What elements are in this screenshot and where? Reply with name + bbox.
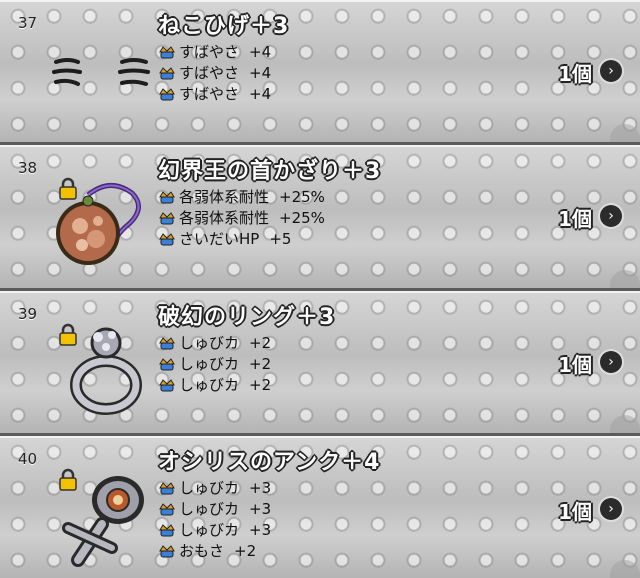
item-stats: しゅびカ +2 しゅびカ +2 しゅびカ +2 xyxy=(158,333,271,396)
item-count: 1個 xyxy=(558,500,592,524)
stat-label: しゅびカ xyxy=(179,479,240,497)
stat-crown-icon xyxy=(159,523,175,536)
stat-crown-icon xyxy=(159,544,175,557)
chevron-right-icon[interactable]: › xyxy=(600,498,622,520)
stat-line: しゅびカ +2 xyxy=(158,375,271,396)
item-number: 40 xyxy=(18,450,38,468)
item-count: 1個 xyxy=(558,62,592,86)
item-name: ねこひげ＋3 xyxy=(158,14,290,39)
stat-label: すばやさ xyxy=(179,64,240,82)
stat-value: +3 xyxy=(249,521,272,539)
list-item-39[interactable]: 39 破幻のリング＋3 しゅびカ +2 しゅびカ +2 しゅびカ +2 1個 › xyxy=(0,291,640,436)
stat-crown-icon xyxy=(159,357,175,370)
stat-value: +2 xyxy=(249,334,272,352)
stat-value: +5 xyxy=(269,230,292,248)
item-name: 破幻のリング＋3 xyxy=(158,305,336,330)
stat-value: +25% xyxy=(279,209,325,227)
item-number: 37 xyxy=(18,14,38,32)
stat-label: しゅびカ xyxy=(179,500,240,518)
stat-line: すばやさ +4 xyxy=(158,84,271,105)
stat-value: +2 xyxy=(249,355,272,373)
stat-crown-icon xyxy=(159,481,175,494)
item-stats: しゅびカ +3 しゅびカ +3 しゅびカ +3 おもさ +2 xyxy=(158,478,271,562)
stat-line: しゅびカ +3 xyxy=(158,499,271,520)
item-stats: すばやさ +4 すばやさ +4 すばやさ +4 xyxy=(158,42,271,105)
stat-line: すばやさ +4 xyxy=(158,42,271,63)
stat-line: すばやさ +4 xyxy=(158,63,271,84)
stat-label: しゅびカ xyxy=(179,355,240,373)
stat-label: しゅびカ xyxy=(179,334,240,352)
item-name: 幻界王の首かざり＋3 xyxy=(158,159,382,184)
stat-crown-icon xyxy=(159,211,175,224)
stat-value: +25% xyxy=(279,188,325,206)
stat-crown-icon xyxy=(159,378,175,391)
accessory-list: 37 ねこひげ＋3 すばやさ +4 すばやさ +4 すばやさ +4 1個 › 3… xyxy=(0,0,640,578)
stat-crown-icon xyxy=(159,336,175,349)
stat-label: さいだいHP xyxy=(179,230,260,248)
stat-crown-icon xyxy=(159,502,175,515)
stat-line: しゅびカ +3 xyxy=(158,520,271,541)
stat-line: しゅびカ +2 xyxy=(158,333,271,354)
stat-value: +3 xyxy=(249,500,272,518)
list-item-38[interactable]: 38 幻界王の首かざり＋3 各弱体系耐性 +25% 各弱体系耐性 +25% さい… xyxy=(0,145,640,291)
stat-line: しゅびカ +3 xyxy=(158,478,271,499)
necklace-icon xyxy=(56,183,141,265)
stat-value: +2 xyxy=(249,376,272,394)
stat-value: +3 xyxy=(249,479,272,497)
stat-crown-icon xyxy=(159,232,175,245)
stat-label: すばやさ xyxy=(179,85,240,103)
stat-line: 各弱体系耐性 +25% xyxy=(158,187,325,208)
item-count: 1個 xyxy=(558,207,592,231)
stat-label: しゅびカ xyxy=(179,521,240,539)
stat-line: しゅびカ +2 xyxy=(158,354,271,375)
item-count: 1個 xyxy=(558,353,592,377)
item-number: 38 xyxy=(18,159,38,177)
list-item-37[interactable]: 37 ねこひげ＋3 すばやさ +4 すばやさ +4 すばやさ +4 1個 › xyxy=(0,0,640,145)
ring-icon xyxy=(70,327,142,415)
stat-line: 各弱体系耐性 +25% xyxy=(158,208,325,229)
stat-value: +4 xyxy=(249,43,272,61)
stat-label: 各弱体系耐性 xyxy=(179,209,270,227)
cat-whiskers-icon xyxy=(52,58,150,86)
item-stats: 各弱体系耐性 +25% 各弱体系耐性 +25% さいだいHP +5 xyxy=(158,187,325,250)
stat-label: すばやさ xyxy=(179,43,240,61)
stat-value: +4 xyxy=(249,64,272,82)
item-name: オシリスのアンク＋4 xyxy=(158,450,381,475)
stat-crown-icon xyxy=(159,66,175,79)
stat-crown-icon xyxy=(159,190,175,203)
stat-label: しゅびカ xyxy=(179,376,240,394)
item-number: 39 xyxy=(18,305,38,323)
stat-value: +4 xyxy=(249,85,272,103)
stat-line: さいだいHP +5 xyxy=(158,229,325,250)
stat-line: おもさ +2 xyxy=(158,541,271,562)
chevron-right-icon[interactable]: › xyxy=(600,351,622,373)
ankh-icon xyxy=(62,476,144,567)
chevron-right-icon[interactable]: › xyxy=(600,60,622,82)
chevron-right-icon[interactable]: › xyxy=(600,205,622,227)
stat-label: おもさ xyxy=(179,542,225,560)
list-item-40[interactable]: 40 オシリスのアンク＋4 しゅびカ +3 しゅびカ +3 しゅびカ +3 おも… xyxy=(0,436,640,578)
stat-label: 各弱体系耐性 xyxy=(179,188,270,206)
stat-crown-icon xyxy=(159,87,175,100)
stat-value: +2 xyxy=(234,542,257,560)
stat-crown-icon xyxy=(159,45,175,58)
